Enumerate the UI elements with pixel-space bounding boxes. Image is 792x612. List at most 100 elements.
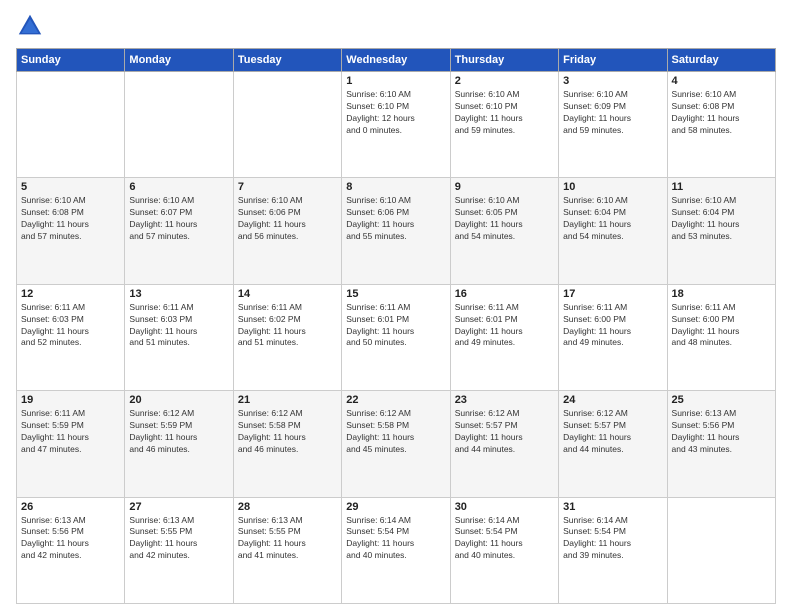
day-number: 27 <box>129 501 228 513</box>
day-info: Sunrise: 6:11 AM Sunset: 6:02 PM Dayligh… <box>238 302 337 350</box>
day-info: Sunrise: 6:11 AM Sunset: 6:00 PM Dayligh… <box>563 302 662 350</box>
day-number: 20 <box>129 394 228 406</box>
page: SundayMondayTuesdayWednesdayThursdayFrid… <box>0 0 792 612</box>
day-info: Sunrise: 6:13 AM Sunset: 5:55 PM Dayligh… <box>129 515 228 563</box>
day-info: Sunrise: 6:10 AM Sunset: 6:04 PM Dayligh… <box>672 195 771 243</box>
day-info: Sunrise: 6:11 AM Sunset: 6:01 PM Dayligh… <box>346 302 445 350</box>
day-number: 17 <box>563 288 662 300</box>
day-info: Sunrise: 6:10 AM Sunset: 6:10 PM Dayligh… <box>455 89 554 137</box>
day-number: 24 <box>563 394 662 406</box>
day-info: Sunrise: 6:10 AM Sunset: 6:04 PM Dayligh… <box>563 195 662 243</box>
calendar-cell: 14 Sunrise: 6:11 AM Sunset: 6:02 PM Dayli… <box>233 284 341 390</box>
day-number: 1 <box>346 75 445 87</box>
calendar-cell: 5Sunrise: 6:10 AM Sunset: 6:08 PM Daylig… <box>17 178 125 284</box>
calendar-cell: 25 Sunrise: 6:13 AM Sunset: 5:56 PM Dayli… <box>667 391 775 497</box>
calendar-cell: 11 Sunrise: 6:10 AM Sunset: 6:04 PM Dayli… <box>667 178 775 284</box>
calendar-cell: 20 Sunrise: 6:12 AM Sunset: 5:59 PM Dayli… <box>125 391 233 497</box>
calendar-week-row: 12Sunrise: 6:11 AM Sunset: 6:03 PM Dayli… <box>17 284 776 390</box>
calendar-cell <box>667 497 775 603</box>
weekday-header: Sunday <box>17 49 125 72</box>
calendar-week-row: 1 Sunrise: 6:10 AM Sunset: 6:10 PM Daylig… <box>17 72 776 178</box>
day-number: 10 <box>563 181 662 193</box>
calendar-cell: 4 Sunrise: 6:10 AM Sunset: 6:08 PM Daylig… <box>667 72 775 178</box>
day-number: 31 <box>563 501 662 513</box>
calendar-cell: 1 Sunrise: 6:10 AM Sunset: 6:10 PM Daylig… <box>342 72 450 178</box>
day-info: Sunrise: 6:12 AM Sunset: 5:57 PM Dayligh… <box>563 408 662 456</box>
day-number: 18 <box>672 288 771 300</box>
day-number: 9 <box>455 181 554 193</box>
calendar-week-row: 5Sunrise: 6:10 AM Sunset: 6:08 PM Daylig… <box>17 178 776 284</box>
day-number: 6 <box>129 181 228 193</box>
day-info: Sunrise: 6:11 AM Sunset: 6:03 PM Dayligh… <box>129 302 228 350</box>
day-number: 15 <box>346 288 445 300</box>
day-number: 26 <box>21 501 120 513</box>
day-info: Sunrise: 6:12 AM Sunset: 5:58 PM Dayligh… <box>346 408 445 456</box>
day-info: Sunrise: 6:10 AM Sunset: 6:08 PM Dayligh… <box>672 89 771 137</box>
calendar-cell: 23Sunrise: 6:12 AM Sunset: 5:57 PM Dayli… <box>450 391 558 497</box>
calendar-header-row: SundayMondayTuesdayWednesdayThursdayFrid… <box>17 49 776 72</box>
day-number: 8 <box>346 181 445 193</box>
calendar-cell <box>125 72 233 178</box>
day-info: Sunrise: 6:13 AM Sunset: 5:55 PM Dayligh… <box>238 515 337 563</box>
calendar-cell: 30 Sunrise: 6:14 AM Sunset: 5:54 PM Dayli… <box>450 497 558 603</box>
calendar-cell: 12Sunrise: 6:11 AM Sunset: 6:03 PM Dayli… <box>17 284 125 390</box>
calendar-cell: 29 Sunrise: 6:14 AM Sunset: 5:54 PM Dayli… <box>342 497 450 603</box>
day-number: 28 <box>238 501 337 513</box>
day-number: 19 <box>21 394 120 406</box>
day-info: Sunrise: 6:12 AM Sunset: 5:58 PM Dayligh… <box>238 408 337 456</box>
day-number: 11 <box>672 181 771 193</box>
calendar-cell: 2 Sunrise: 6:10 AM Sunset: 6:10 PM Daylig… <box>450 72 558 178</box>
day-info: Sunrise: 6:14 AM Sunset: 5:54 PM Dayligh… <box>455 515 554 563</box>
day-number: 25 <box>672 394 771 406</box>
day-info: Sunrise: 6:13 AM Sunset: 5:56 PM Dayligh… <box>21 515 120 563</box>
day-info: Sunrise: 6:10 AM Sunset: 6:10 PM Dayligh… <box>346 89 445 137</box>
calendar-cell: 19Sunrise: 6:11 AM Sunset: 5:59 PM Dayli… <box>17 391 125 497</box>
day-number: 4 <box>672 75 771 87</box>
weekday-header: Thursday <box>450 49 558 72</box>
calendar-cell: 10 Sunrise: 6:10 AM Sunset: 6:04 PM Dayli… <box>559 178 667 284</box>
calendar-cell: 9 Sunrise: 6:10 AM Sunset: 6:05 PM Daylig… <box>450 178 558 284</box>
calendar-cell: 24 Sunrise: 6:12 AM Sunset: 5:57 PM Dayli… <box>559 391 667 497</box>
calendar-week-row: 19Sunrise: 6:11 AM Sunset: 5:59 PM Dayli… <box>17 391 776 497</box>
day-number: 3 <box>563 75 662 87</box>
day-info: Sunrise: 6:10 AM Sunset: 6:05 PM Dayligh… <box>455 195 554 243</box>
day-info: Sunrise: 6:11 AM Sunset: 6:00 PM Dayligh… <box>672 302 771 350</box>
calendar-cell: 16Sunrise: 6:11 AM Sunset: 6:01 PM Dayli… <box>450 284 558 390</box>
day-info: Sunrise: 6:11 AM Sunset: 6:03 PM Dayligh… <box>21 302 120 350</box>
calendar-cell: 6 Sunrise: 6:10 AM Sunset: 6:07 PM Daylig… <box>125 178 233 284</box>
day-info: Sunrise: 6:14 AM Sunset: 5:54 PM Dayligh… <box>563 515 662 563</box>
day-info: Sunrise: 6:14 AM Sunset: 5:54 PM Dayligh… <box>346 515 445 563</box>
logo <box>16 12 46 40</box>
day-number: 13 <box>129 288 228 300</box>
logo-icon <box>16 12 44 40</box>
day-info: Sunrise: 6:10 AM Sunset: 6:09 PM Dayligh… <box>563 89 662 137</box>
day-number: 14 <box>238 288 337 300</box>
calendar-cell: 22 Sunrise: 6:12 AM Sunset: 5:58 PM Dayli… <box>342 391 450 497</box>
calendar-cell: 27 Sunrise: 6:13 AM Sunset: 5:55 PM Dayli… <box>125 497 233 603</box>
weekday-header: Wednesday <box>342 49 450 72</box>
day-number: 23 <box>455 394 554 406</box>
day-number: 5 <box>21 181 120 193</box>
day-number: 30 <box>455 501 554 513</box>
day-number: 29 <box>346 501 445 513</box>
weekday-header: Monday <box>125 49 233 72</box>
calendar-cell: 21 Sunrise: 6:12 AM Sunset: 5:58 PM Dayli… <box>233 391 341 497</box>
day-number: 21 <box>238 394 337 406</box>
calendar-cell: 31 Sunrise: 6:14 AM Sunset: 5:54 PM Dayli… <box>559 497 667 603</box>
weekday-header: Saturday <box>667 49 775 72</box>
calendar-cell: 26 Sunrise: 6:13 AM Sunset: 5:56 PM Dayli… <box>17 497 125 603</box>
day-info: Sunrise: 6:11 AM Sunset: 6:01 PM Dayligh… <box>455 302 554 350</box>
calendar-cell <box>233 72 341 178</box>
day-info: Sunrise: 6:13 AM Sunset: 5:56 PM Dayligh… <box>672 408 771 456</box>
day-info: Sunrise: 6:10 AM Sunset: 6:07 PM Dayligh… <box>129 195 228 243</box>
weekday-header: Friday <box>559 49 667 72</box>
day-number: 2 <box>455 75 554 87</box>
day-number: 7 <box>238 181 337 193</box>
day-info: Sunrise: 6:10 AM Sunset: 6:06 PM Dayligh… <box>346 195 445 243</box>
calendar-cell: 3 Sunrise: 6:10 AM Sunset: 6:09 PM Daylig… <box>559 72 667 178</box>
calendar-cell: 8 Sunrise: 6:10 AM Sunset: 6:06 PM Daylig… <box>342 178 450 284</box>
calendar-cell: 18 Sunrise: 6:11 AM Sunset: 6:00 PM Dayli… <box>667 284 775 390</box>
calendar-cell: 17 Sunrise: 6:11 AM Sunset: 6:00 PM Dayli… <box>559 284 667 390</box>
day-info: Sunrise: 6:12 AM Sunset: 5:59 PM Dayligh… <box>129 408 228 456</box>
day-number: 22 <box>346 394 445 406</box>
